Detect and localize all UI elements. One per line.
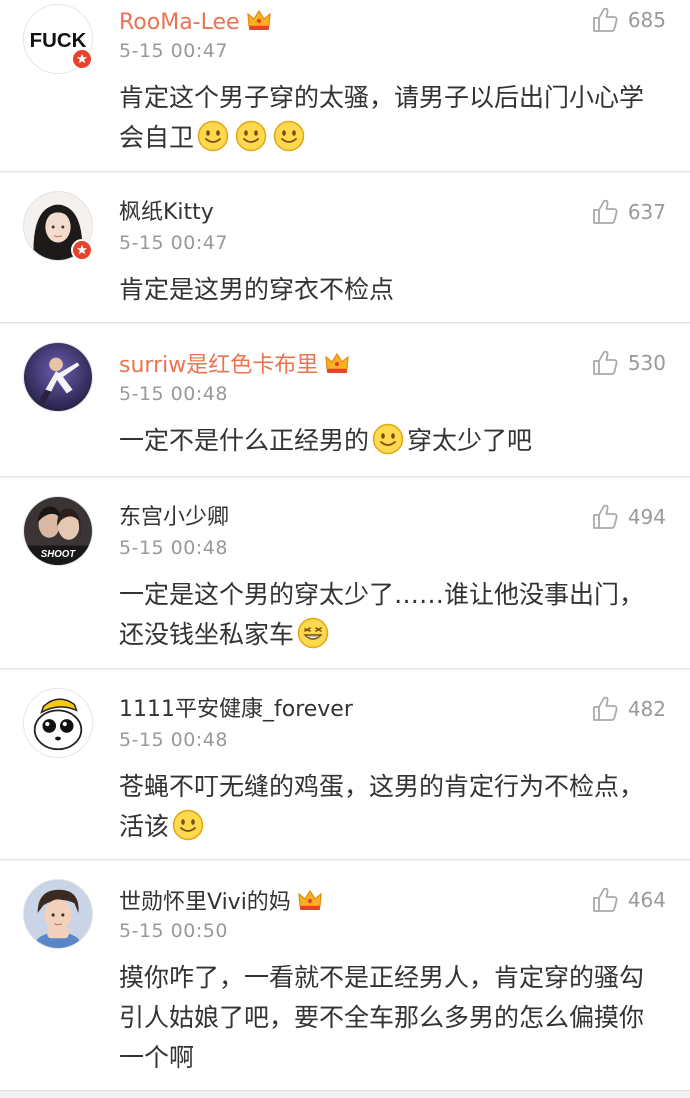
comment-item: surriw是红色卡布里 5-15 00:48 530 一定不是什么正经男的 穿太… — [0, 324, 690, 477]
comment-text-part: 穿太少了吧 — [407, 426, 533, 455]
comment-text-part: 一定不是什么正经男的 — [119, 426, 370, 455]
verified-badge-icon — [71, 48, 93, 70]
comment-time: 5-15 00:48 — [119, 537, 228, 559]
like-count: 530 — [627, 351, 666, 375]
username-text[interactable]: surriw是红色卡布里 — [119, 353, 318, 378]
like-button[interactable]: 685 — [591, 6, 666, 34]
smile-emoji — [235, 120, 267, 152]
like-button[interactable]: 464 — [591, 886, 666, 914]
comment-text: 一定不是什么正经男的 穿太少了吧 — [119, 421, 656, 461]
like-thumb-icon — [591, 198, 619, 226]
grin-emoji — [297, 617, 329, 649]
smile-emoji — [273, 120, 305, 152]
username[interactable]: 1111平安健康_forever — [119, 697, 353, 723]
username-text[interactable]: 1111平安健康_forever — [119, 697, 353, 722]
user-avatar[interactable] — [23, 879, 93, 949]
smile-emoji — [172, 809, 204, 841]
vip-crown-icon — [324, 351, 350, 375]
user-avatar[interactable] — [23, 342, 93, 412]
like-button[interactable]: 637 — [591, 198, 666, 226]
cartoon-face-avatar — [24, 689, 92, 757]
avatar-text: SHOOT — [41, 549, 77, 560]
username[interactable]: 世勋怀里Vivi的妈 — [119, 888, 323, 916]
comment-item: 1111平安健康_forever 5-15 00:48 482 苍蝇不叮无缝的鸡… — [0, 670, 690, 860]
like-count: 637 — [627, 200, 666, 224]
username[interactable]: surriw是红色卡布里 — [119, 351, 350, 379]
smile-emoji — [197, 120, 229, 152]
username-text[interactable]: RooMa-Lee — [119, 10, 240, 35]
boy-photo-avatar — [24, 880, 92, 948]
comment-time: 5-15 00:50 — [119, 920, 228, 942]
verified-badge-icon — [71, 239, 93, 261]
like-button[interactable]: 494 — [591, 503, 666, 531]
user-avatar[interactable] — [23, 688, 93, 758]
like-count: 464 — [627, 888, 666, 912]
username-text[interactable]: 枫纸Kitty — [119, 200, 214, 225]
comment-time: 5-15 00:48 — [119, 729, 228, 751]
username[interactable]: 枫纸Kitty — [119, 200, 214, 226]
comment-time: 5-15 00:47 — [119, 232, 228, 254]
username-text[interactable]: 世勋怀里Vivi的妈 — [119, 890, 291, 915]
like-button[interactable]: 530 — [591, 349, 666, 377]
like-thumb-icon — [591, 349, 619, 377]
comment-text: 肯定这个男子穿的太骚，请男子以后出门小心学会自卫 — [119, 78, 656, 158]
like-count: 482 — [627, 697, 666, 721]
comment-feed: FUCK RooMa-Lee 5-15 00:47 685 肯定这个男子穿的太骚… — [0, 0, 690, 1098]
comment-text: 一定是这个男的穿太少了……谁让他没事出门，还没钱坐私家车 — [119, 575, 656, 655]
vip-crown-icon — [297, 888, 323, 912]
username-text[interactable]: 东宫小少卿 — [119, 505, 229, 530]
comment-time: 5-15 00:48 — [119, 383, 228, 405]
like-thumb-icon — [591, 503, 619, 531]
comment-item: SHOOT 东宫小少卿 5-15 00:48 494 一定是这个男的穿太少了……… — [0, 478, 690, 669]
like-count: 685 — [627, 8, 666, 32]
comment-time: 5-15 00:47 — [119, 40, 228, 62]
dancer-photo-avatar — [24, 343, 92, 411]
like-thumb-icon — [591, 6, 619, 34]
user-avatar[interactable]: SHOOT — [23, 496, 93, 566]
comment-item: 枫纸Kitty 5-15 00:47 637 肯定是这男的穿衣不检点 — [0, 173, 690, 323]
comment-text: 苍蝇不叮无缝的鸡蛋，这男的肯定行为不检点，活该 — [119, 767, 656, 847]
shoot-photo-avatar: SHOOT — [24, 497, 92, 565]
comment-text-part: 一定是这个男的穿太少了……谁让他没事出门，还没钱坐私家车 — [119, 580, 645, 649]
vip-crown-icon — [246, 8, 272, 32]
username[interactable]: RooMa-Lee — [119, 8, 272, 36]
like-count: 494 — [627, 505, 666, 529]
smile-emoji — [372, 423, 404, 455]
comment-text: 摸你咋了，一看就不是正经男人，肯定穿的骚勾引人姑娘了吧，要不全车那么多男的怎么偏… — [119, 958, 656, 1078]
comment-item: FUCK RooMa-Lee 5-15 00:47 685 肯定这个男子穿的太骚… — [0, 0, 690, 172]
username[interactable]: 东宫小少卿 — [119, 505, 229, 531]
like-thumb-icon — [591, 695, 619, 723]
comment-text: 肯定是这男的穿衣不检点 — [119, 270, 656, 310]
comment-text-part: 摸你咋了，一看就不是正经男人，肯定穿的骚勾引人姑娘了吧，要不全车那么多男的怎么偏… — [119, 963, 645, 1072]
comment-text-part: 肯定是这男的穿衣不检点 — [119, 275, 395, 304]
comment-item: 世勋怀里Vivi的妈 5-15 00:50 464 摸你咋了，一看就不是正经男人… — [0, 861, 690, 1091]
like-thumb-icon — [591, 886, 619, 914]
like-button[interactable]: 482 — [591, 695, 666, 723]
